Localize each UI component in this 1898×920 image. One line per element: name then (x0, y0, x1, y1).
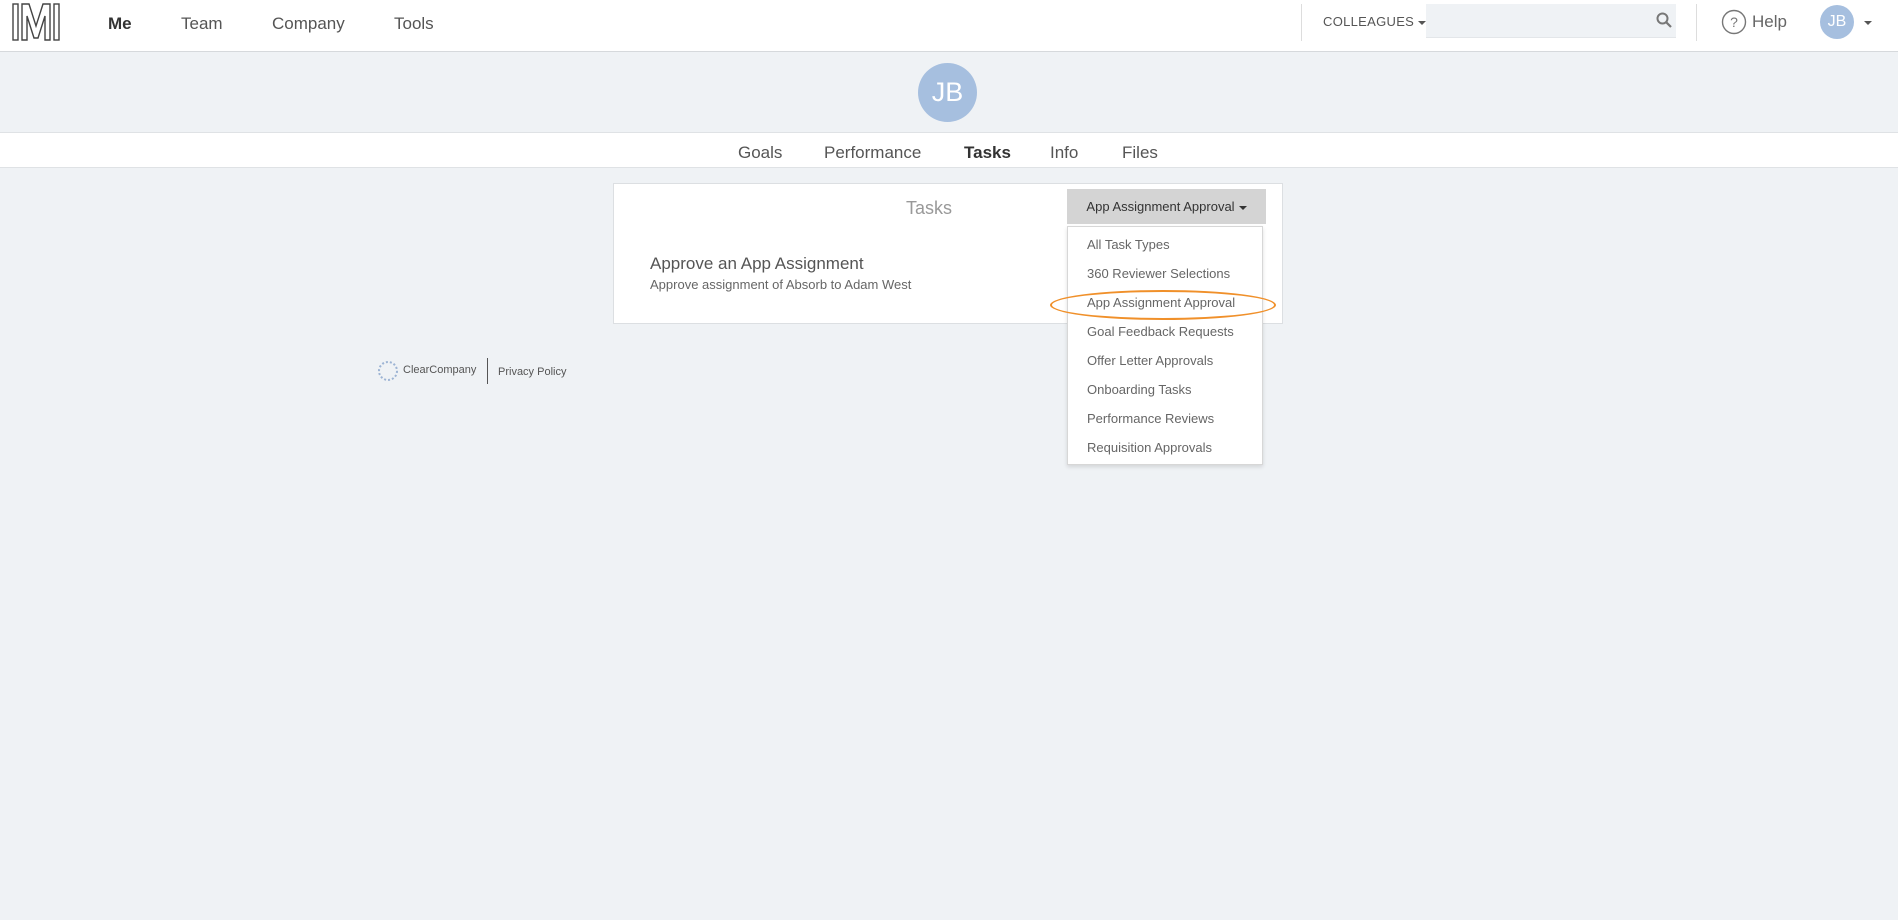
search-input[interactable] (1426, 4, 1676, 38)
dropdown-option-app-assignment-approval[interactable]: App Assignment Approval (1087, 295, 1235, 310)
profile-tabs: Goals Performance Tasks Info Files (0, 132, 1898, 168)
tab-info[interactable]: Info (1050, 143, 1078, 163)
chevron-down-icon[interactable] (1864, 21, 1872, 25)
colleagues-label: COLLEAGUES (1323, 14, 1415, 29)
tab-tasks[interactable]: Tasks (964, 143, 1011, 163)
tab-goals[interactable]: Goals (738, 143, 782, 163)
filter-selected-label: App Assignment Approval (1086, 199, 1235, 214)
task-type-filter-button[interactable]: App Assignment Approval (1067, 189, 1266, 224)
nav-divider (1301, 4, 1302, 41)
chevron-down-icon (1238, 205, 1247, 210)
app-logo[interactable] (12, 2, 64, 47)
dropdown-option-offer-letter-approvals[interactable]: Offer Letter Approvals (1087, 353, 1213, 368)
search-icon[interactable] (1656, 12, 1672, 33)
privacy-policy-link[interactable]: Privacy Policy (498, 366, 566, 378)
colleagues-dropdown[interactable]: COLLEAGUES (1323, 14, 1427, 29)
nav-team[interactable]: Team (181, 14, 223, 34)
nav-tools[interactable]: Tools (394, 14, 434, 34)
footer-divider (487, 358, 488, 384)
task-description: Approve assignment of Absorb to Adam Wes… (650, 277, 912, 292)
nav-me[interactable]: Me (108, 14, 132, 34)
dropdown-option-performance-reviews[interactable]: Performance Reviews (1087, 411, 1214, 426)
user-avatar[interactable]: JB (1820, 5, 1854, 39)
panel-title: Tasks (906, 198, 953, 218)
tab-performance[interactable]: Performance (824, 143, 921, 163)
dropdown-option-360-reviewer-selections[interactable]: 360 Reviewer Selections (1087, 266, 1230, 281)
dropdown-option-goal-feedback-requests[interactable]: Goal Feedback Requests (1087, 324, 1234, 339)
profile-avatar: JB (918, 63, 977, 122)
clearcompany-logo-icon (377, 360, 399, 387)
footer-brand: ClearCompany (403, 364, 477, 376)
dropdown-option-onboarding-tasks[interactable]: Onboarding Tasks (1087, 382, 1192, 397)
task-type-dropdown-menu: All Task Types 360 Reviewer Selections A… (1067, 226, 1263, 465)
dropdown-option-requisition-approvals[interactable]: Requisition Approvals (1087, 440, 1212, 455)
help-icon[interactable]: ? (1721, 9, 1747, 40)
nav-divider (1696, 4, 1697, 41)
top-navbar: Me Team Company Tools COLLEAGUES ? Help … (0, 0, 1898, 52)
svg-text:?: ? (1730, 14, 1738, 30)
help-link[interactable]: Help (1752, 12, 1787, 32)
chevron-down-icon (1418, 20, 1427, 25)
tab-files[interactable]: Files (1122, 143, 1158, 163)
task-title[interactable]: Approve an App Assignment (650, 254, 864, 274)
nav-company[interactable]: Company (272, 14, 345, 34)
dropdown-option-all-task-types[interactable]: All Task Types (1087, 237, 1170, 252)
